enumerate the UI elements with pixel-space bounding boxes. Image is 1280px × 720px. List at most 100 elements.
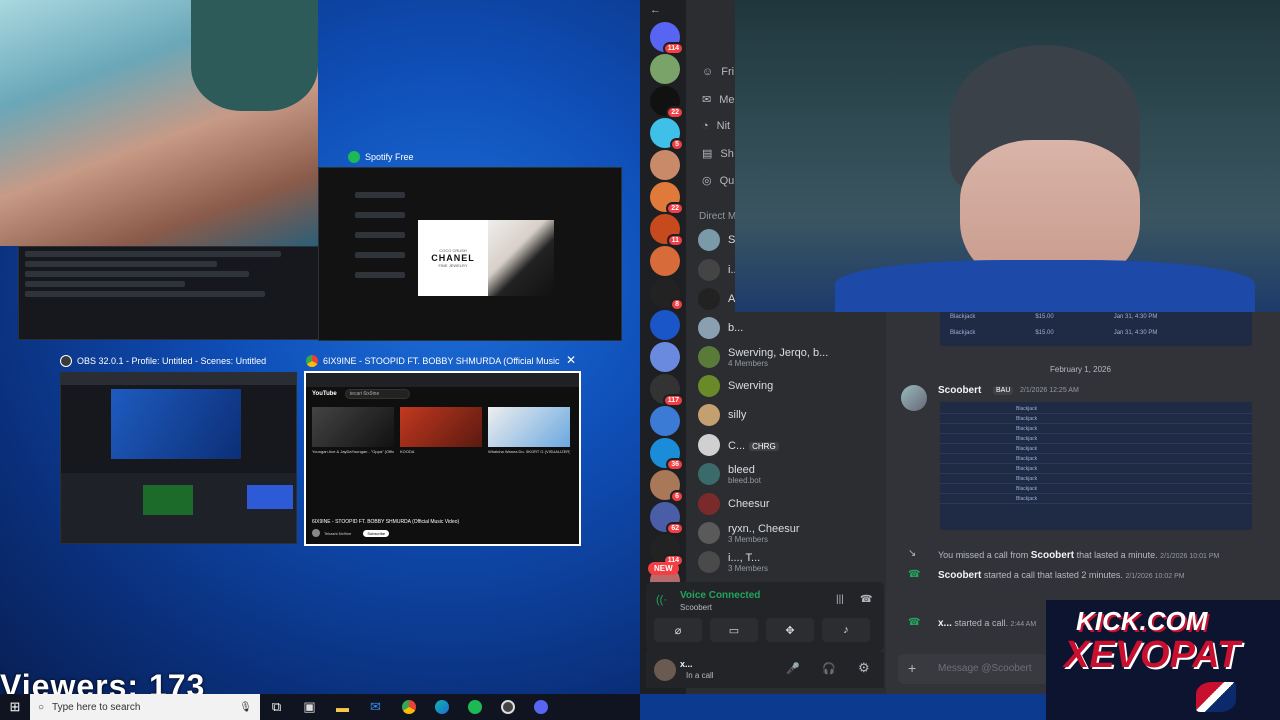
server-icon[interactable]: 114 [650,534,684,567]
missed-call-message: You missed a call from Scoobert that las… [938,550,1220,561]
dm-item[interactable]: ryxn., Cheesur 3 Members [698,518,883,548]
disconnect-icon[interactable]: ☎ [860,594,872,605]
edge-taskbar-button[interactable] [425,694,458,720]
subscribe-button[interactable]: Subscribe [363,529,390,537]
chrome-window-title[interactable]: 6IX9INE - STOOPID FT. BOBBY SHMURDA (Off… [306,354,562,368]
mail-icon: ✉ [370,699,381,714]
unread-badge: 8 [670,298,684,311]
back-arrow-icon[interactable]: ← [650,4,661,16]
voice-status[interactable]: Voice Connected [680,590,760,601]
dm-item[interactable]: bleed bleed.bot [698,459,883,489]
server-icon[interactable] [650,150,680,180]
unread-badge: 36 [666,458,684,471]
shop-icon: ▤ [702,148,713,160]
noise-suppression-icon[interactable]: ||| [836,594,844,605]
task-view-button[interactable]: ⧉ [260,694,293,720]
server-icon[interactable] [650,246,680,276]
now-playing-title: 6IX9INE - STOOPID FT. BOBBY SHMURDA (Off… [312,519,460,525]
obs-icon [60,355,72,367]
server-icon[interactable]: 6 [650,470,684,503]
dm-name: i..., T... [728,551,761,564]
dm-item[interactable]: b... [698,313,883,343]
screen-share-button[interactable]: ▭ [710,618,758,642]
server-icon[interactable]: 117 [650,374,684,407]
headphones-icon[interactable]: 🎧 [822,662,836,675]
dm-item[interactable]: Cheesur [698,489,883,519]
new-badge[interactable]: NEW [648,562,679,575]
window-thumbnail-background[interactable] [18,246,340,340]
server-icon[interactable] [650,342,680,372]
spotify-window-title[interactable]: Spotify Free [348,150,618,164]
message-input[interactable]: Message @Scoobert [938,663,1032,674]
chrome-window-thumbnail[interactable]: YouTube tecari 6ix9ine Youngan Ace & Jay… [304,371,581,546]
soundboard-button[interactable]: ♪ [822,618,870,642]
dm-name: Swerving, Jerqo, b... [728,346,829,359]
server-icon[interactable]: 5 [650,118,684,151]
file-explorer-button[interactable]: ▬ [326,694,359,720]
close-window-button[interactable]: ✕ [564,353,578,367]
message-composer[interactable]: + Message @Scoobert [898,654,1048,684]
server-icon[interactable] [650,54,680,84]
unread-badge: 62 [666,522,684,535]
dm-item[interactable]: Swerving [698,371,883,401]
dm-item[interactable]: Swerving, Jerqo, b... 4 Members [698,342,883,372]
nav-quests[interactable]: ◎ Qu [702,174,734,188]
video-card[interactable]: Youngan Ace & JayDaYoungan - "Oppa" (Off… [312,407,394,454]
spotify-icon [348,151,360,163]
nav-nitro[interactable]: ◔ Nit [702,120,730,132]
nav-shop[interactable]: ▤ Sh [702,147,734,161]
obs-taskbar-button[interactable] [491,694,524,720]
server-icon[interactable]: 62 [650,502,684,535]
server-icon[interactable]: 22 [650,182,684,215]
server-icon[interactable] [650,406,680,436]
obs-window-thumbnail[interactable] [60,372,297,544]
camera-button[interactable]: ⌀ [654,618,702,642]
unread-badge: 5 [670,138,684,151]
dm-name: b... [728,322,744,334]
dm-item[interactable]: i..., T... 3 Members [698,547,883,577]
taskbar-search[interactable]: ○ Type here to search 🎙 [30,694,260,720]
youtube-search[interactable]: tecari 6ix9ine [344,389,411,399]
table-row: Blackjack [940,404,1252,414]
dm-name: silly [728,409,747,421]
server-icon[interactable] [650,310,680,340]
voice-channel[interactable]: Scoobert [680,603,712,612]
date-divider: February 1, 2026 [1050,365,1111,374]
user-panel: x... In a call 🎤 🎧 ⚙ [646,652,884,688]
dm-item[interactable]: C... CHRG [698,430,883,460]
dm-item[interactable]: silly [698,400,883,430]
guild-tag: CHRG [749,442,779,451]
nav-friends[interactable]: ☺ Fri [702,66,734,78]
server-icon[interactable]: 8 [650,278,684,311]
microphone-icon[interactable]: 🎤 [786,662,800,675]
avatar[interactable] [654,659,676,681]
spotify-window-thumbnail[interactable]: COCO CRUSH CHANEL FINE JEWELRY [318,167,622,341]
server-icon[interactable]: 36 [650,438,684,471]
video-card[interactable]: KOODA [400,407,482,454]
chrome-taskbar-button[interactable] [392,694,425,720]
gear-icon[interactable]: ⚙ [858,660,870,676]
windows-logo-icon: ⊞ [9,699,21,714]
streamer-shirt [835,260,1255,312]
dm-subtitle: 3 Members [728,534,769,544]
message-author[interactable]: Scoobert [938,385,981,396]
video-card[interactable]: Whatcha Wanna Do- 5KGRT G (VISUALIZER) [488,407,570,454]
start-button[interactable]: ⊞ [0,694,30,720]
discord-taskbar-button[interactable] [524,694,557,720]
spotify-taskbar-button[interactable] [458,694,491,720]
spotify-ad-banner[interactable]: COCO CRUSH CHANEL FINE JEWELRY [418,220,554,296]
obs-window-title[interactable]: OBS 32.0.1 - Profile: Untitled - Scenes:… [60,354,300,368]
table-row: Blackjack [940,484,1252,494]
dm-name: Cheesur [728,498,770,510]
avatar [698,551,720,573]
nav-message-requests[interactable]: ✉ Me [702,93,735,107]
activities-button[interactable]: ✥ [766,618,814,642]
ad-subtitle: FINE JEWELRY [438,263,468,268]
mail-button[interactable]: ✉ [359,694,392,720]
avatar[interactable] [901,385,927,411]
server-icon[interactable]: 114 [650,22,684,55]
server-icon[interactable]: 22 [650,86,684,119]
add-attachment-icon[interactable]: + [908,660,916,676]
server-icon[interactable]: 11 [650,214,684,247]
store-button[interactable]: ▣ [293,694,326,720]
